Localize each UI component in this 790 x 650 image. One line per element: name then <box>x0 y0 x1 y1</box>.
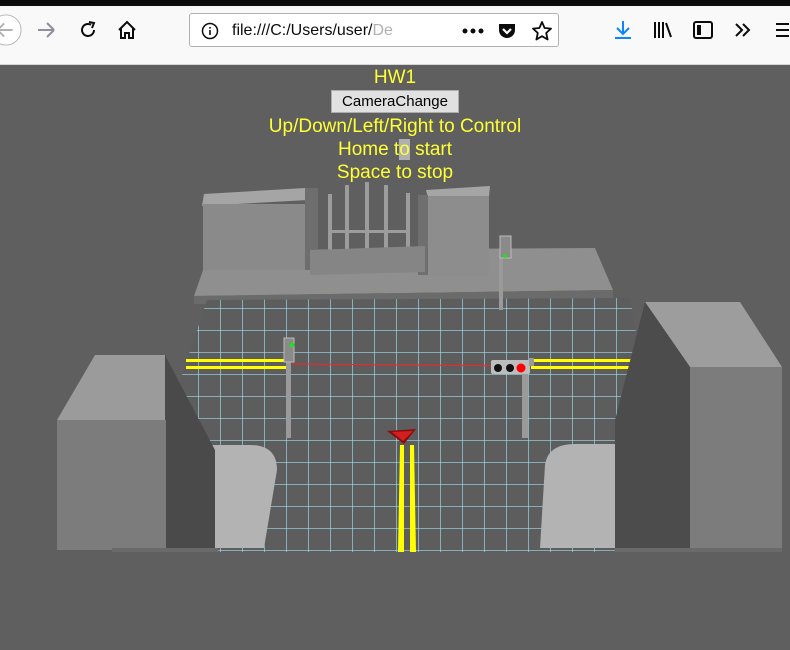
hud-title: HW1 <box>373 67 417 88</box>
star-icon[interactable] <box>531 20 553 42</box>
home-icon <box>118 20 136 39</box>
forward-button[interactable] <box>30 14 62 46</box>
url-text[interactable]: file:///C:/Users/user/De <box>232 22 412 40</box>
right-building <box>615 302 782 552</box>
menu-button[interactable] <box>762 14 790 46</box>
download-icon <box>615 21 631 39</box>
camera-change-button[interactable]: CameraChange <box>331 90 459 113</box>
overflow-button[interactable] <box>727 14 759 46</box>
hud-overlay: HW1 CameraChange Up/Down/Left/Right to C… <box>0 66 790 184</box>
info-icon[interactable] <box>201 22 219 40</box>
downloads-button[interactable] <box>607 14 639 46</box>
reload-button[interactable] <box>72 14 104 46</box>
back-button[interactable] <box>0 14 22 46</box>
more-dots-icon[interactable] <box>462 28 484 34</box>
hud-instruction-stop: Space to stop <box>336 162 454 183</box>
library-button[interactable] <box>647 14 679 46</box>
back-building-right <box>427 196 489 276</box>
hud-instruction-start: Home to start <box>0 138 790 161</box>
sidebar-button[interactable] <box>687 14 719 46</box>
home-button[interactable] <box>111 14 143 46</box>
browser-toolbar: file:///C:/Users/user/De <box>0 0 790 65</box>
start-text-b: start <box>409 139 453 160</box>
url-visible: file:///C:/Users/user/ <box>232 22 373 39</box>
back-building-left <box>203 204 307 270</box>
pocket-icon[interactable] <box>497 21 517 41</box>
sidebar-icon <box>693 21 713 39</box>
overflow-chevrons-icon <box>735 23 751 37</box>
start-text-a: Home t <box>337 139 400 160</box>
reload-icon <box>81 21 96 37</box>
library-icon <box>654 22 672 38</box>
sidewalk-right <box>540 444 620 548</box>
back-arrow-icon <box>0 14 22 46</box>
url-bar[interactable]: file:///C:/Users/user/De <box>189 13 559 47</box>
forward-arrow-icon <box>38 22 55 38</box>
window-top-strip <box>0 0 790 6</box>
menu-icon <box>776 23 789 37</box>
url-faded: De <box>372 22 393 39</box>
hud-instruction-controls: Up/Down/Left/Right to Control <box>268 116 522 137</box>
start-text-highlight: o <box>399 139 410 160</box>
